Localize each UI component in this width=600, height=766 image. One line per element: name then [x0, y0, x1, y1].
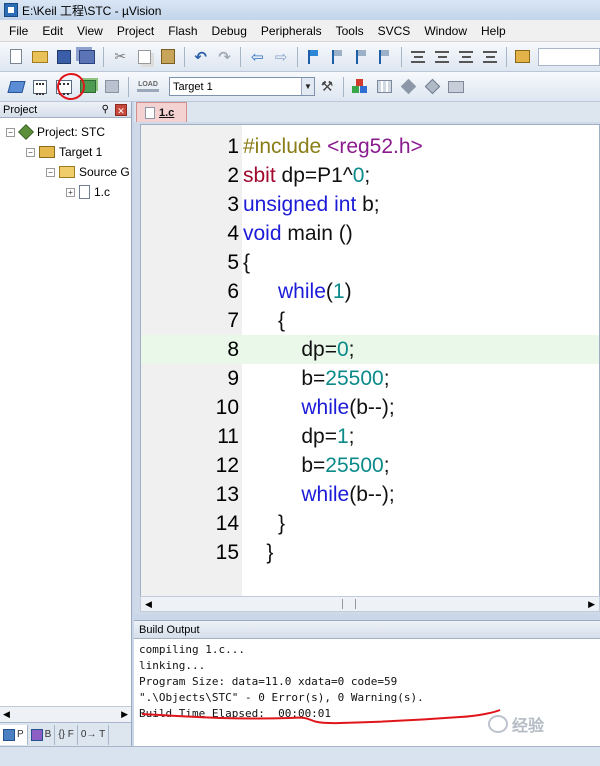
red-annotation-underline: [141, 709, 501, 725]
watermark-text: 经验: [512, 718, 545, 735]
watermark-paw-icon: [488, 715, 508, 733]
watermark: 经验: [488, 712, 544, 736]
